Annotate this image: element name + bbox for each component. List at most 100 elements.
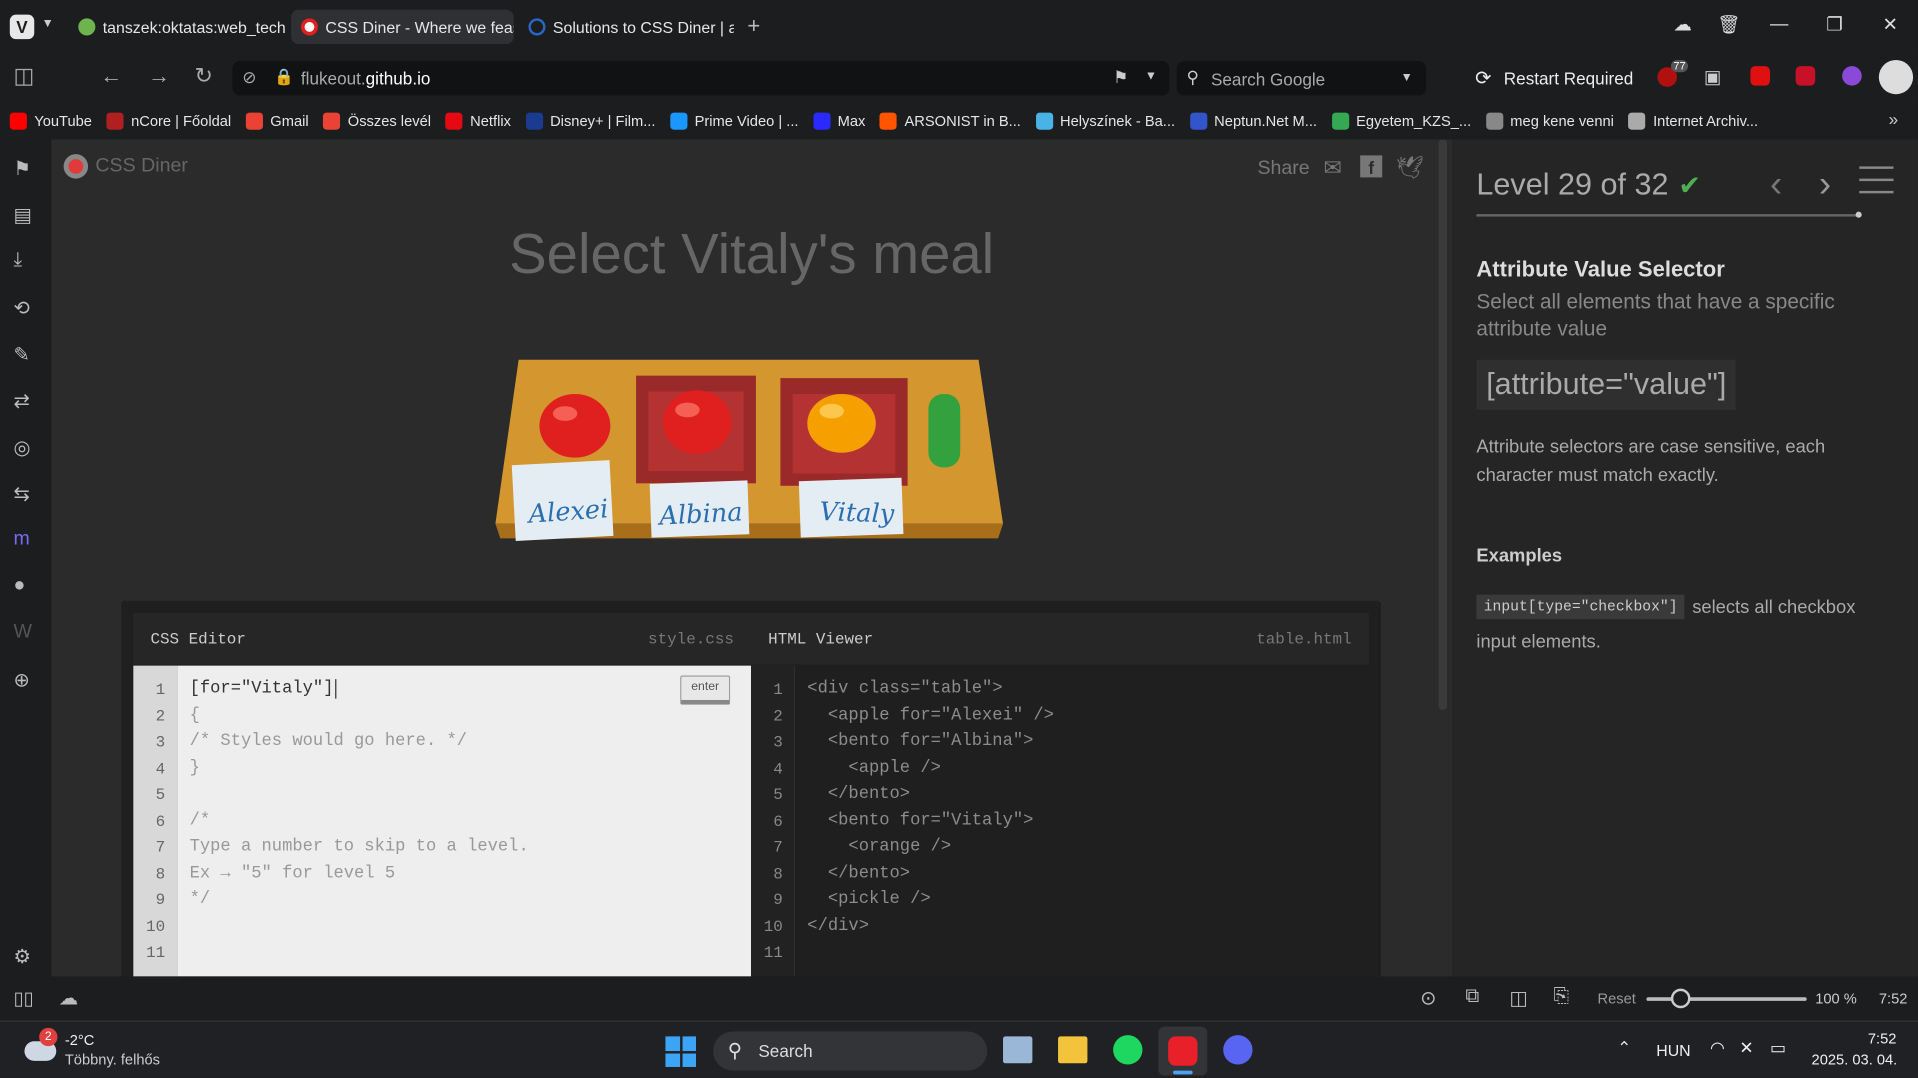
- chevron-down-icon[interactable]: ▼: [1145, 70, 1157, 83]
- translate-icon[interactable]: ⇄: [13, 389, 29, 413]
- settings-icon[interactable]: ⚙: [13, 945, 31, 969]
- page-scrollbar[interactable]: [1438, 139, 1448, 710]
- twitter-share-icon[interactable]: 🕊: [1396, 155, 1424, 181]
- bookmark-item[interactable]: meg kene venni: [1485, 112, 1614, 130]
- cloud-sync-icon[interactable]: ☁: [59, 986, 79, 1010]
- bookmark-item[interactable]: Prime Video | ...: [670, 112, 798, 130]
- bookmark-item[interactable]: nCore | Főoldal: [106, 112, 231, 130]
- history-icon[interactable]: ⟲: [13, 296, 29, 320]
- show-hidden-icons[interactable]: ⌃: [1617, 1038, 1631, 1059]
- example-row: input[type="checkbox"] selects all check…: [1476, 594, 1855, 620]
- capture-icon[interactable]: ⊙: [1420, 986, 1436, 1010]
- previous-level-icon[interactable]: ‹: [1770, 164, 1782, 206]
- spotify-icon[interactable]: [1113, 1035, 1143, 1065]
- bookmark-item[interactable]: Helyszínek - Ba...: [1035, 112, 1175, 130]
- bookmark-item[interactable]: Internet Archiv...: [1628, 112, 1758, 130]
- reload-icon[interactable]: ↻: [194, 64, 212, 90]
- bookmark-label: Netflix: [470, 112, 511, 130]
- battery-icon[interactable]: ▭: [1770, 1038, 1786, 1059]
- minimize-button[interactable]: —: [1770, 13, 1788, 34]
- input-language[interactable]: HUN: [1656, 1041, 1690, 1059]
- youtube-extension-icon[interactable]: [1750, 66, 1770, 86]
- email-share-icon[interactable]: ✉: [1324, 155, 1342, 181]
- trash-icon[interactable]: 🗑: [1717, 13, 1740, 36]
- code-line: <orange />: [807, 836, 952, 857]
- web-panel-icon[interactable]: ●: [13, 575, 25, 597]
- page-actions-icon[interactable]: ⧉: [1465, 986, 1479, 1008]
- chevron-down-icon[interactable]: ▼: [42, 17, 54, 30]
- zoom-slider[interactable]: [1646, 988, 1807, 1009]
- tab-css-diner[interactable]: CSS Diner - Where we feast: [291, 9, 514, 45]
- bookmark-item[interactable]: Egyetem_KZS_...: [1331, 112, 1471, 130]
- taskbar-search[interactable]: ⚲ Search: [713, 1031, 988, 1071]
- taskbar-date[interactable]: 2025. 03. 04.: [1812, 1051, 1898, 1068]
- tab-web-techno[interactable]: tanszek:oktatas:web_techno: [68, 10, 286, 44]
- search-field[interactable]: ⚲ Search Google ▼: [1176, 61, 1427, 96]
- reading-list-icon[interactable]: ▤: [13, 203, 32, 227]
- mastodon-icon[interactable]: m: [13, 529, 29, 551]
- cloud-sync-icon[interactable]: ☁: [1673, 13, 1691, 36]
- weather-widget[interactable]: 2 -2°C Többny. felhős: [22, 1027, 193, 1070]
- window-panel-icon[interactable]: ◎: [13, 436, 30, 460]
- notes-icon[interactable]: ✎: [13, 343, 29, 367]
- selector-hint: Attribute selectors are case sensitive, …: [1476, 436, 1826, 486]
- line-number: 10: [146, 917, 166, 936]
- logo[interactable]: CSS Diner: [63, 154, 188, 179]
- volume-muted-icon[interactable]: ✕: [1739, 1038, 1753, 1059]
- taskbar-time[interactable]: 7:52: [1868, 1030, 1897, 1047]
- photos-app-icon[interactable]: [1003, 1036, 1033, 1064]
- enter-button[interactable]: enter: [680, 675, 731, 705]
- chevron-down-icon[interactable]: ▼: [1401, 71, 1413, 84]
- wifi-icon[interactable]: ◠: [1710, 1038, 1725, 1059]
- next-level-icon[interactable]: ›: [1819, 164, 1831, 206]
- zoom-reset-button[interactable]: Reset: [1597, 990, 1635, 1007]
- level-progress-bar: [1476, 211, 1862, 218]
- forward-icon[interactable]: →: [148, 64, 170, 90]
- vivaldi-taskbar-icon[interactable]: [1158, 1026, 1208, 1076]
- bookmarks-overflow-icon[interactable]: »: [1889, 109, 1899, 129]
- maximize-button[interactable]: ❐: [1826, 13, 1842, 36]
- facebook-share-icon[interactable]: f: [1360, 155, 1383, 178]
- level-menu-icon[interactable]: [1859, 166, 1894, 194]
- file-explorer-icon[interactable]: [1058, 1036, 1088, 1064]
- bookmark-item[interactable]: Neptun.Net M...: [1189, 112, 1317, 130]
- image-toggle-icon[interactable]: ⎘: [1553, 986, 1569, 1008]
- bookmark-item[interactable]: Disney+ | Film...: [525, 112, 655, 130]
- bookmarks-panel-icon[interactable]: ⚑: [13, 157, 31, 181]
- no-tracking-icon[interactable]: ⊘: [242, 67, 256, 88]
- wikipedia-icon[interactable]: W: [13, 622, 31, 644]
- tiling-icon[interactable]: ◫: [1509, 986, 1528, 1010]
- heart-extension-icon[interactable]: [1795, 66, 1816, 86]
- tab-solutions[interactable]: Solutions to CSS Diner | anc: [519, 10, 734, 44]
- lock-icon[interactable]: 🔒: [274, 67, 294, 87]
- bookmark-item[interactable]: Max: [813, 112, 865, 130]
- reader-icon[interactable]: ▣: [1704, 66, 1721, 88]
- windows-taskbar: 2 -2°C Többny. felhős ⚲ Search ⌃ HUN ◠ ✕…: [0, 1020, 1918, 1078]
- bookmark-icon[interactable]: ⚑: [1113, 67, 1128, 88]
- restart-required-button[interactable]: ⟳ Restart Required: [1475, 66, 1633, 90]
- html-viewer-body: <div class="table"> <apple for="Alexei" …: [795, 665, 1369, 977]
- address-field[interactable]: ⊘ 🔒 flukeout.github.io ⚑ ▼: [232, 61, 1170, 96]
- add-panel-icon[interactable]: ⊕: [13, 668, 29, 692]
- panel-toggle-icon[interactable]: ◫: [13, 64, 34, 90]
- bookmark-item[interactable]: Netflix: [445, 112, 511, 130]
- bookmark-item[interactable]: ARSONIST in B...: [880, 112, 1021, 130]
- zoom-slider-thumb[interactable]: [1670, 988, 1691, 1009]
- bookmark-item[interactable]: YouTube: [9, 112, 92, 130]
- html-viewer-header: HTML Viewer table.html: [751, 613, 1369, 665]
- vivaldi-menu-button[interactable]: V: [9, 14, 35, 40]
- discord-icon[interactable]: [1223, 1035, 1253, 1065]
- start-button[interactable]: [665, 1036, 697, 1067]
- profile-avatar[interactable]: [1878, 59, 1914, 95]
- downloads-icon[interactable]: ⤓: [13, 250, 22, 272]
- sync-icon[interactable]: ⇆: [13, 482, 29, 506]
- close-button[interactable]: ✕: [1883, 13, 1898, 36]
- bookmark-item[interactable]: Összes levél: [323, 112, 431, 130]
- compass-extension-icon[interactable]: [1842, 66, 1862, 86]
- panel-toggle-icon[interactable]: ▯▯: [13, 987, 33, 1010]
- back-icon[interactable]: ←: [100, 64, 122, 90]
- bookmark-item[interactable]: Gmail: [245, 112, 309, 130]
- css-input[interactable]: [for="Vitaly"]: [190, 679, 336, 699]
- new-tab-button[interactable]: +: [747, 13, 760, 39]
- level-indicator: Level 29 of 32 ✔: [1476, 168, 1700, 203]
